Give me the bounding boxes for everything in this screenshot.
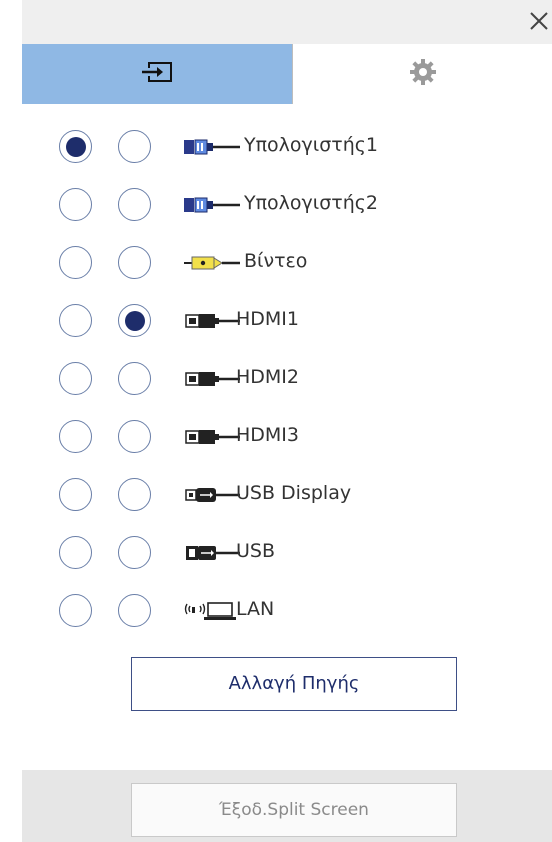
source-row-video: Βίντεο [22, 244, 552, 284]
radio-usb-col2[interactable] [118, 536, 151, 569]
title-bar [22, 0, 552, 45]
radio-lan-col1[interactable] [59, 594, 92, 627]
radio-hdmi2-col1[interactable] [59, 362, 92, 395]
change-source-button[interactable]: Αλλαγή Πηγής [131, 657, 457, 711]
radio-usb-display-col1[interactable] [59, 478, 92, 511]
hdmi-cable-icon [185, 314, 240, 328]
radio-usb-col1[interactable] [59, 536, 92, 569]
radio-computer1-col2[interactable] [118, 130, 151, 163]
source-row-computer2: Υπολογιστής2 [22, 186, 552, 226]
radio-usb-display-col2[interactable] [118, 478, 151, 511]
radio-hdmi1-col2[interactable] [118, 304, 151, 337]
radio-video-col2[interactable] [118, 246, 151, 279]
tab-bar [22, 44, 552, 104]
source-row-usb-display: USB Display [22, 476, 552, 516]
radio-computer2-col2[interactable] [118, 188, 151, 221]
radio-hdmi3-col1[interactable] [59, 420, 92, 453]
source-label: USB Display [236, 482, 352, 504]
source-label: Υπολογιστής2 [244, 192, 378, 214]
source-row-computer1: Υπολογιστής1 [22, 128, 552, 168]
radio-lan-col2[interactable] [118, 594, 151, 627]
hdmi-cable-icon [185, 372, 240, 386]
vga-cable-icon [184, 197, 240, 213]
radio-hdmi3-col2[interactable] [118, 420, 151, 453]
vga-cable-icon [184, 139, 240, 155]
source-row-lan: LAN [22, 592, 552, 632]
exit-split-screen-button[interactable]: Έξοδ.Split Screen [131, 783, 457, 837]
source-panel: Υπολογιστής1 Υπολογιστής2 Βίντεο HDMI1 H… [22, 0, 552, 842]
rca-video-cable-icon [184, 256, 240, 270]
radio-hdmi1-col1[interactable] [59, 304, 92, 337]
usb-display-icon [185, 488, 240, 502]
source-label: HDMI3 [236, 424, 300, 446]
source-label: HDMI2 [236, 366, 300, 388]
source-row-hdmi3: HDMI3 [22, 418, 552, 458]
input-source-icon [140, 60, 174, 88]
tab-source[interactable] [22, 44, 292, 104]
hdmi-cable-icon [185, 430, 240, 444]
source-row-hdmi1: HDMI1 [22, 302, 552, 342]
source-label: Βίντεο [244, 250, 308, 272]
source-row-usb: USB [22, 534, 552, 574]
usb-icon [186, 546, 240, 560]
source-label: Υπολογιστής1 [244, 134, 378, 156]
close-button[interactable] [528, 10, 550, 32]
radio-hdmi2-col2[interactable] [118, 362, 151, 395]
source-label: HDMI1 [236, 308, 300, 330]
tab-settings[interactable] [292, 44, 552, 104]
radio-computer2-col1[interactable] [59, 188, 92, 221]
close-icon [530, 12, 548, 30]
radio-video-col1[interactable] [59, 246, 92, 279]
radio-computer1-col1[interactable] [59, 130, 92, 163]
source-row-hdmi2: HDMI2 [22, 360, 552, 400]
source-label: LAN [236, 598, 275, 620]
source-label: USB [236, 540, 276, 562]
left-strip [0, 0, 22, 842]
footer-bar: Έξοδ.Split Screen [22, 770, 552, 842]
gear-icon [408, 57, 438, 91]
lan-computer-icon [184, 602, 236, 620]
